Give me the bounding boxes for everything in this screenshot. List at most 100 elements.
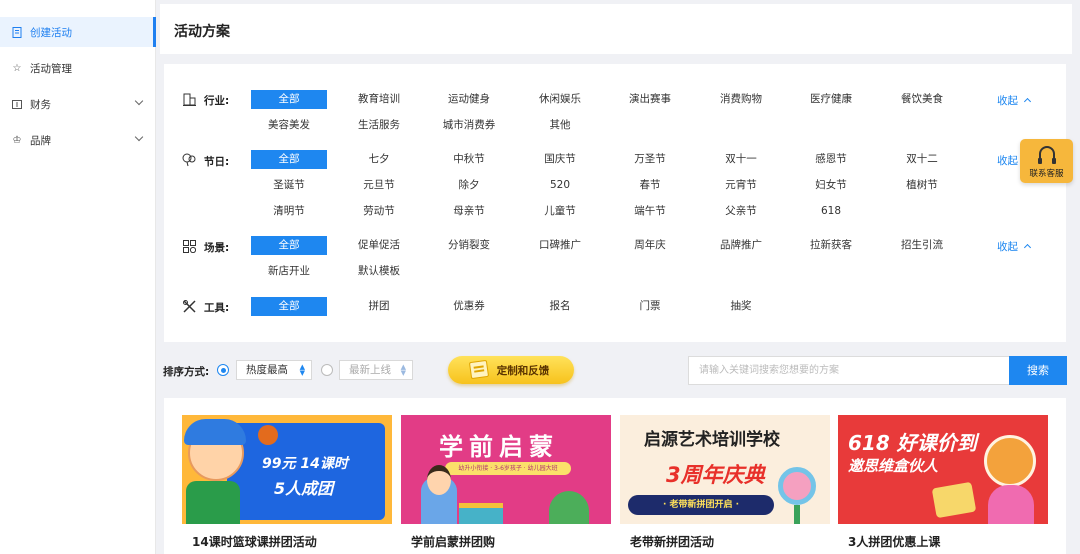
- holiday-label: 节日:: [204, 156, 230, 168]
- wallet-icon: [10, 97, 24, 111]
- scene-tag[interactable]: 拉新获客: [793, 236, 869, 255]
- industry-tag[interactable]: 其他: [522, 116, 598, 135]
- holiday-tag[interactable]: 元旦节: [341, 176, 417, 195]
- card-title: 学前启蒙拼团购: [411, 535, 496, 549]
- holiday-collapse-toggle[interactable]: 收起: [997, 153, 1018, 168]
- cap-illustration: [184, 419, 246, 445]
- industry-tag[interactable]: 教育培训: [341, 90, 417, 109]
- crown-icon: ♔: [12, 134, 22, 146]
- sidebar-item-brand[interactable]: ♔ 品牌: [0, 125, 156, 155]
- holiday-tag[interactable]: 双十一: [703, 150, 779, 169]
- industry-tag[interactable]: 消费购物: [703, 90, 779, 109]
- holiday-tag[interactable]: 父亲节: [703, 202, 779, 221]
- search-input[interactable]: [688, 356, 1010, 385]
- page-header: 活动方案: [160, 4, 1072, 54]
- sidebar-item-create-activity[interactable]: 创建活动: [0, 17, 156, 47]
- sidebar-item-activity-manage[interactable]: ☆ 活动管理: [0, 53, 156, 83]
- industry-tag[interactable]: 医疗健康: [793, 90, 869, 109]
- service-label: 联系客服: [1029, 168, 1064, 179]
- holiday-tag[interactable]: 元宵节: [703, 176, 779, 195]
- holiday-tag[interactable]: 618: [793, 202, 869, 221]
- sort-select-hot[interactable]: 热度最高 ▲ ▼: [236, 360, 312, 380]
- activity-card[interactable]: 启源艺术培训学校 3周年庆典 · 老带新拼团开启 · 老带新拼团活动: [620, 415, 830, 554]
- sort-radio-hot[interactable]: [217, 364, 229, 376]
- sort-arrows-icon: ▲ ▼: [400, 363, 406, 377]
- card-image: 99元 14课时 5人成团: [182, 415, 392, 524]
- holiday-tag[interactable]: 520: [522, 176, 598, 195]
- industry-tag[interactable]: 全部: [251, 90, 327, 109]
- sort-radio-new[interactable]: [321, 364, 333, 376]
- chevron-down-icon: [134, 132, 144, 142]
- industry-tag[interactable]: 生活服务: [341, 116, 417, 135]
- industry-tag[interactable]: 休闲娱乐: [522, 90, 598, 109]
- holiday-tag[interactable]: 植树节: [884, 176, 960, 195]
- holiday-tag[interactable]: 七夕: [341, 150, 417, 169]
- holiday-tag[interactable]: 妇女节: [793, 176, 869, 195]
- scene-tag[interactable]: 分销裂变: [431, 236, 507, 255]
- page-title: 活动方案: [174, 24, 230, 40]
- industry-collapse-toggle[interactable]: 收起: [997, 93, 1032, 108]
- industry-tag[interactable]: 演出赛事: [612, 90, 688, 109]
- feedback-button[interactable]: 定制和反馈: [448, 356, 574, 384]
- scene-collapse-toggle[interactable]: 收起: [997, 239, 1032, 254]
- scene-label: 场景:: [204, 242, 230, 254]
- tool-tag[interactable]: 抽奖: [703, 297, 779, 316]
- scene-tag[interactable]: 默认模板: [341, 262, 417, 281]
- sidebar-item-label: 品牌: [30, 134, 51, 147]
- card-banner-text: 邀思维盒伙人: [848, 457, 939, 475]
- activity-card[interactable]: 618 好课价到 邀思维盒伙人 3人拼团优惠上课: [838, 415, 1048, 554]
- monkey-illustration: [984, 435, 1036, 487]
- holiday-tag[interactable]: 万圣节: [612, 150, 688, 169]
- card-image: 618 好课价到 邀思维盒伙人: [838, 415, 1048, 524]
- monkey-body-illustration: [988, 485, 1034, 524]
- tool-tag[interactable]: 全部: [251, 297, 327, 316]
- stem-illustration: [794, 505, 800, 524]
- holiday-tag[interactable]: 全部: [251, 150, 327, 169]
- tool-tag[interactable]: 报名: [522, 297, 598, 316]
- tool-tag[interactable]: 拼团: [341, 297, 417, 316]
- activity-card[interactable]: 99元 14课时 5人成团 14课时篮球课拼团活动: [182, 415, 392, 554]
- scene-tag[interactable]: 周年庆: [612, 236, 688, 255]
- scene-tag[interactable]: 新店开业: [251, 262, 327, 281]
- scene-tag[interactable]: 招生引流: [884, 236, 960, 255]
- contact-service-button[interactable]: 联系客服: [1020, 139, 1073, 183]
- holiday-tag[interactable]: 感恩节: [793, 150, 869, 169]
- scene-tag[interactable]: 促单促活: [341, 236, 417, 255]
- holiday-tag[interactable]: 端午节: [612, 202, 688, 221]
- card-title: 老带新拼团活动: [630, 535, 715, 549]
- industry-tag[interactable]: 餐饮美食: [884, 90, 960, 109]
- sidebar-item-finance[interactable]: 财务: [0, 89, 156, 119]
- holiday-tag[interactable]: 春节: [612, 176, 688, 195]
- search-button[interactable]: 搜索: [1009, 356, 1067, 385]
- chevron-up-icon: [1023, 97, 1032, 106]
- tool-tag[interactable]: 优惠券: [431, 297, 507, 316]
- collapse-label: 收起: [997, 155, 1018, 167]
- holiday-tag[interactable]: 国庆节: [522, 150, 598, 169]
- grid-icon: [182, 239, 196, 253]
- card-image: 启源艺术培训学校 3周年庆典 · 老带新拼团开启 ·: [620, 415, 830, 524]
- holiday-tag[interactable]: 除夕: [431, 176, 507, 195]
- holiday-tag[interactable]: 儿童节: [522, 202, 598, 221]
- filter-panel: 行业: 全部 教育培训 运动健身 休闲娱乐 演出赛事 消费购物 医疗健康 餐饮美…: [164, 64, 1066, 342]
- scene-tag[interactable]: 全部: [251, 236, 327, 255]
- card-title: 3人拼团优惠上课: [848, 535, 941, 549]
- collapse-label: 收起: [997, 95, 1018, 107]
- holiday-tag[interactable]: 劳动节: [341, 202, 417, 221]
- scene-tag[interactable]: 口碑推广: [522, 236, 598, 255]
- card-banner-text: 3周年庆典: [666, 463, 765, 487]
- sort-option-label: 最新上线: [349, 364, 391, 376]
- holiday-tag[interactable]: 中秋节: [431, 150, 507, 169]
- holiday-tag[interactable]: 母亲节: [431, 202, 507, 221]
- industry-tag[interactable]: 美容美发: [251, 116, 327, 135]
- card-banner-subtext: 幼升小衔接 · 3-6岁孩子 · 幼儿园大班: [445, 462, 571, 475]
- holiday-tag[interactable]: 双十二: [884, 150, 960, 169]
- sort-select-new[interactable]: 最新上线 ▲ ▼: [339, 360, 413, 380]
- activity-card[interactable]: 学前启蒙 幼升小衔接 · 3-6岁孩子 · 幼儿园大班 学前启蒙拼团购: [401, 415, 611, 554]
- industry-tag[interactable]: 运动健身: [431, 90, 507, 109]
- holiday-tag[interactable]: 圣诞节: [251, 176, 327, 195]
- books-illustration: [459, 503, 503, 524]
- scene-tag[interactable]: 品牌推广: [703, 236, 779, 255]
- holiday-tag[interactable]: 清明节: [251, 202, 327, 221]
- tool-tag[interactable]: 门票: [612, 297, 688, 316]
- industry-tag[interactable]: 城市消费券: [431, 116, 507, 135]
